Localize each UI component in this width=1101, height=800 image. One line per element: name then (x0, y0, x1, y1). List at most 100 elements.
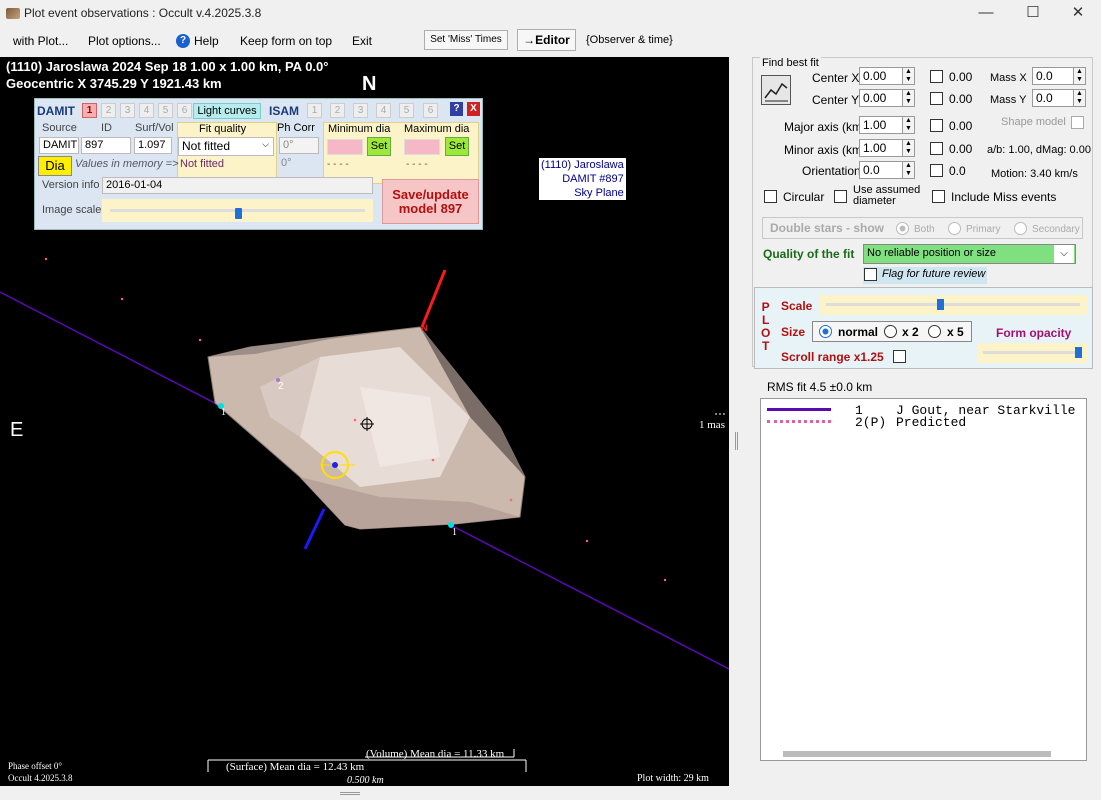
form-opacity-slider[interactable] (977, 343, 1087, 363)
size-normal-radio[interactable] (819, 325, 832, 338)
menu-help[interactable]: Help (194, 34, 219, 48)
damit-panel[interactable]: DAMIT 1 2 3 4 5 6 Light curves ISAM 1 2 … (34, 98, 483, 230)
slider-thumb[interactable] (1075, 347, 1082, 358)
minor-axis-label: Minor axis (km) (784, 143, 867, 157)
version-info-field[interactable]: 2016-01-04 (102, 177, 373, 194)
use-assumed-checkbox[interactable] (834, 190, 847, 203)
max-dia-field[interactable] (404, 139, 440, 155)
center-y-label: Center Y (812, 93, 860, 107)
menu-with-plot[interactable]: with Plot... (13, 34, 68, 48)
mass-y-spinner[interactable]: ▲ ▼ (1073, 89, 1086, 107)
scroll-range-checkbox[interactable] (893, 350, 906, 363)
orientation-checkbox[interactable] (930, 164, 943, 177)
orientation-label: Orientation (802, 164, 861, 178)
fit-quality-select[interactable]: Not fitted ⌵ (178, 137, 274, 156)
isam-model-3[interactable]: 3 (353, 103, 368, 118)
min-dia-field[interactable] (327, 139, 363, 155)
quality-of-fit-label: Quality of the fit (763, 247, 855, 261)
splitter-handle[interactable] (735, 432, 738, 450)
damit-model-3[interactable]: 3 (120, 103, 135, 118)
slider-thumb[interactable] (937, 299, 944, 310)
center-y-input[interactable]: 0.00 (859, 89, 903, 107)
isam-model-5[interactable]: 5 (399, 103, 414, 118)
flag-review-checkbox[interactable] (864, 268, 877, 281)
major-axis-checkbox[interactable] (930, 119, 943, 132)
both-label: Both (914, 224, 935, 235)
center-y-spinner[interactable]: ▲ ▼ (902, 89, 915, 107)
bottom-splitter-handle[interactable] (340, 792, 360, 795)
surf-vol-field[interactable]: 1.097 (134, 137, 172, 154)
image-scale-slider[interactable] (102, 199, 373, 222)
damit-model-5[interactable]: 5 (158, 103, 173, 118)
save-update-model-button[interactable]: Save/update model 897 (382, 179, 479, 224)
ph-corr-header: Ph Corr (277, 122, 315, 134)
orientation-input[interactable]: 0.0 (859, 161, 903, 179)
isam-model-6[interactable]: 6 (423, 103, 438, 118)
rms-fit-label: RMS fit 4.5 ±0.0 km (767, 380, 873, 394)
both-radio[interactable] (896, 222, 909, 235)
ph-corr-field[interactable]: 0° (279, 137, 319, 154)
mass-x-input[interactable]: 0.0 (1032, 67, 1074, 85)
help-icon[interactable]: ? (176, 34, 190, 48)
menu-keep-on-top[interactable]: Keep form on top (240, 34, 332, 48)
predicted-dot (431, 458, 435, 462)
damit-model-4[interactable]: 4 (139, 103, 154, 118)
center-x-check-value: 0.00 (949, 70, 973, 84)
damit-model-2[interactable]: 2 (101, 103, 116, 118)
mass-x-spinner[interactable]: ▲ ▼ (1073, 67, 1086, 85)
circular-checkbox[interactable] (764, 190, 777, 203)
isam-model-2[interactable]: 2 (330, 103, 345, 118)
source-field[interactable]: DAMIT (39, 137, 79, 154)
center-x-spinner[interactable]: ▲ ▼ (902, 67, 915, 85)
object-name: (1110) Jaroslawa (541, 159, 624, 171)
major-axis-check-value: 0.00 (949, 119, 973, 133)
menu-plot-options[interactable]: Plot options... (88, 34, 161, 48)
damit-model-6[interactable]: 6 (177, 103, 192, 118)
minimize-button[interactable]: — (963, 0, 1009, 28)
damit-help-button[interactable]: ? (450, 102, 463, 116)
center-x-checkbox[interactable] (930, 70, 943, 83)
fit-in-memory: Not fitted (180, 158, 225, 170)
primary-radio[interactable] (948, 222, 961, 235)
shape-model-checkbox[interactable] (1071, 116, 1084, 129)
set-miss-times-button[interactable]: Set 'Miss' Times (424, 30, 508, 50)
size-x5-radio[interactable] (928, 325, 941, 338)
secondary-radio[interactable] (1014, 222, 1027, 235)
circular-label: Circular (783, 190, 825, 204)
orientation-spinner[interactable]: ▲ ▼ (902, 161, 915, 179)
observer-time-label[interactable]: {Observer & time} (586, 34, 673, 46)
mass-y-input[interactable]: 0.0 (1032, 89, 1074, 107)
set-min-button[interactable]: Set (367, 137, 391, 156)
minor-axis-checkbox[interactable] (930, 142, 943, 155)
isam-model-1[interactable]: 1 (307, 103, 322, 118)
minor-axis-input[interactable]: 1.00 (859, 139, 903, 157)
major-axis-input[interactable]: 1.00 (859, 116, 903, 134)
damit-close-button[interactable]: X (467, 102, 480, 116)
minor-axis-spinner[interactable]: ▲ ▼ (902, 139, 915, 157)
horizontal-scrollbar[interactable] (783, 751, 1051, 757)
menu-exit[interactable]: Exit (352, 34, 372, 48)
isam-model-4[interactable]: 4 (376, 103, 391, 118)
light-curves-button[interactable]: Light curves (193, 103, 261, 119)
size-x2-radio[interactable] (884, 325, 897, 338)
observer-legend[interactable]: 1 J Gout, near Starkville 2(P) Predicted (760, 398, 1087, 761)
dia-button[interactable]: Dia (38, 156, 72, 176)
include-miss-checkbox[interactable] (932, 190, 945, 203)
flag-review-label: Flag for future review (882, 268, 986, 280)
fit-chart-button[interactable] (761, 75, 791, 105)
close-button[interactable]: ✕ (1055, 0, 1101, 28)
id-field[interactable]: 897 (81, 137, 131, 154)
set-max-button[interactable]: Set (445, 137, 469, 156)
center-x-input[interactable]: 0.00 (859, 67, 903, 85)
editor-button[interactable]: →Editor (517, 29, 576, 51)
scale-slider[interactable] (820, 295, 1087, 315)
quality-of-fit-select[interactable]: No reliable position or size ⌵ (863, 244, 1076, 264)
damit-model-1[interactable]: 1 (82, 103, 97, 118)
plot-header-title: (1110) Jaroslawa 2024 Sep 18 1.00 x 1.00… (6, 59, 329, 74)
major-axis-spinner[interactable]: ▲ ▼ (902, 116, 915, 134)
image-scale-label: Image scale (42, 204, 102, 216)
maximize-button[interactable]: ☐ (1010, 0, 1056, 28)
north-pole-axis (420, 269, 447, 328)
slider-thumb[interactable] (235, 208, 242, 219)
center-y-checkbox[interactable] (930, 92, 943, 105)
